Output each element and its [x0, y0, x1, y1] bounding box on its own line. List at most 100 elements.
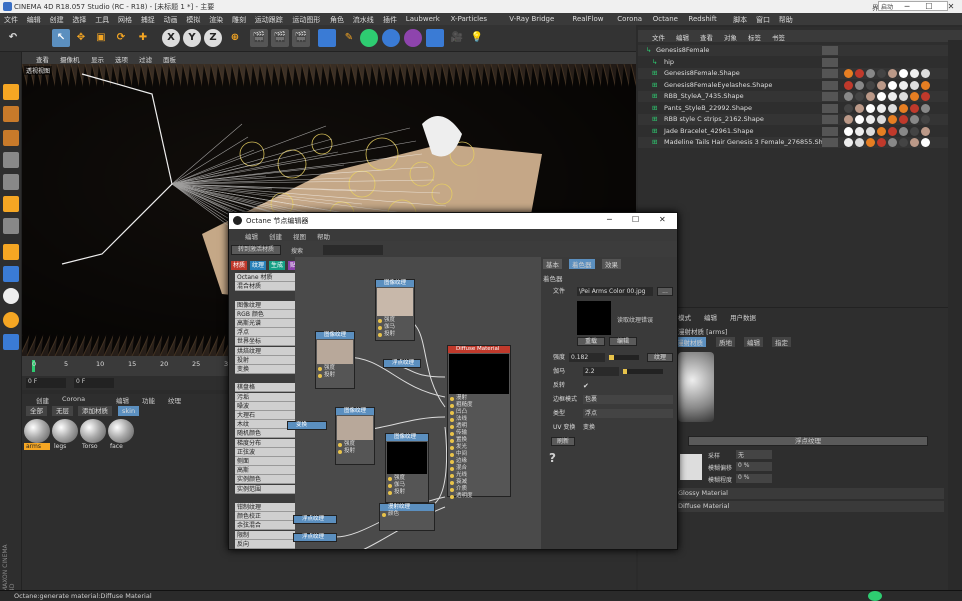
attribute-menu-item-0[interactable]: 模式: [678, 312, 691, 322]
attribute-material-row[interactable]: Diffuse Material: [674, 501, 944, 512]
node-list-item[interactable]: 噪波: [235, 401, 295, 411]
node-list-item[interactable]: 烘焙纹理: [235, 346, 295, 356]
material-menu-item-3[interactable]: 功能: [142, 395, 155, 405]
reset-button[interactable]: 刷新: [551, 437, 575, 446]
undo-icon[interactable]: ↶: [4, 29, 22, 47]
menu-item-9[interactable]: 渲染: [209, 15, 223, 25]
node-list-item[interactable]: 棋盘格: [235, 383, 295, 393]
node-list-item[interactable]: 高斯光谱: [235, 319, 295, 328]
material-tag-icon[interactable]: [899, 115, 908, 124]
texture-button[interactable]: 纹理: [647, 353, 673, 362]
property-tab-1[interactable]: 着色器: [569, 259, 595, 269]
object-visibility-toggle[interactable]: [822, 69, 838, 78]
material-tag-icon[interactable]: [855, 92, 864, 101]
material-tag-icon[interactable]: [877, 103, 886, 113]
sample-select[interactable]: 无: [736, 450, 772, 459]
help-icon[interactable]: ?: [549, 451, 556, 465]
menu-item-22[interactable]: Redshift: [688, 15, 716, 23]
move-icon[interactable]: ✥: [72, 29, 90, 47]
attribute-menu-item-1[interactable]: 编辑: [704, 312, 717, 322]
menu-item-6[interactable]: 捕捉: [141, 15, 155, 25]
axis-mode-icon[interactable]: [3, 244, 19, 260]
menu-item-18[interactable]: V-Ray Bridge: [509, 15, 554, 23]
material-tag-icon[interactable]: [877, 138, 886, 147]
node-list-item[interactable]: 随机颜色: [235, 429, 295, 439]
material-tag-icon[interactable]: [844, 92, 853, 101]
material-tag-icon[interactable]: [899, 80, 908, 90]
node-list-item[interactable]: 反向: [235, 539, 295, 549]
material-tag-icon[interactable]: [921, 138, 930, 147]
menu-item-11[interactable]: 运动跟踪: [255, 15, 283, 25]
menu-item-17[interactable]: X-Particles: [451, 15, 487, 23]
node-list-item[interactable]: RGB 颜色: [235, 309, 295, 319]
object-row[interactable]: ⊞ Jade Bracelet_42961.Shape: [638, 126, 962, 137]
node-category-1[interactable]: 纹理: [250, 261, 267, 270]
diffuse-material-node[interactable]: Diffuse Material 漫射 粗糙度 凹凸 法线 透明 传输 置换 发光 中间 边缘 混合…: [447, 345, 511, 499]
material-tag-icon[interactable]: [877, 69, 886, 78]
node-list-item[interactable]: Octane 材质: [235, 273, 295, 282]
material-tab-1[interactable]: 无层: [52, 406, 73, 416]
node-editor-menu-item-0[interactable]: 编辑: [245, 231, 258, 241]
snap-icon[interactable]: [3, 288, 19, 304]
object-menu-item-5[interactable]: 书签: [772, 32, 785, 42]
menu-item-19[interactable]: RealFlow: [572, 15, 603, 23]
menu-item-2[interactable]: 创建: [50, 15, 64, 25]
material-menu-item-0[interactable]: 创建: [36, 395, 49, 405]
material-tag-icon[interactable]: [888, 115, 897, 124]
browse-button[interactable]: ...: [657, 287, 673, 296]
image-texture-node-3[interactable]: 图像纹理 强度 投射: [335, 407, 375, 465]
start-frame-field[interactable]: 0 F: [26, 378, 66, 388]
material-tag-icon[interactable]: [866, 69, 875, 78]
material-tag-icon[interactable]: [844, 80, 853, 90]
object-menu-item-0[interactable]: 文件: [652, 32, 665, 42]
material-tag-icon[interactable]: [888, 126, 897, 136]
material-tag-icon[interactable]: [910, 69, 919, 78]
node-category-2[interactable]: 生成: [269, 261, 286, 270]
material-tag-icon[interactable]: [888, 92, 897, 101]
node-editor-menu-item-1[interactable]: 创建: [269, 231, 282, 241]
material-tag-icon[interactable]: [844, 126, 853, 136]
node-list-item[interactable]: 实例颜色: [235, 475, 295, 485]
material-tag-icon[interactable]: [855, 103, 864, 113]
float-texture-button[interactable]: 浮点纹理: [688, 436, 928, 446]
material-tag-icon[interactable]: [888, 69, 897, 78]
material-tag-icon[interactable]: [921, 69, 930, 78]
viewport-menu-item-4[interactable]: 过滤: [139, 54, 152, 64]
menu-item-21[interactable]: Octane: [653, 15, 678, 23]
locked-workplane-icon[interactable]: [3, 312, 19, 328]
node-list-item[interactable]: 投射: [235, 355, 295, 365]
object-visibility-toggle[interactable]: [822, 103, 838, 113]
object-visibility-toggle[interactable]: [822, 57, 838, 67]
menu-item-14[interactable]: 流水线: [353, 15, 374, 25]
material-tag-icon[interactable]: [877, 92, 886, 101]
select-icon[interactable]: ↖: [52, 29, 70, 47]
uv-mode-icon[interactable]: [3, 218, 19, 234]
menu-item-15[interactable]: 插件: [383, 15, 397, 25]
material-item[interactable]: Torso: [80, 419, 106, 451]
menu-item-10[interactable]: 雕刻: [232, 15, 246, 25]
material-tag-icon[interactable]: [877, 115, 886, 124]
object-visibility-toggle[interactable]: [822, 138, 838, 147]
material-tag-icon[interactable]: [899, 138, 908, 147]
material-tag-icon[interactable]: [866, 115, 875, 124]
material-tag-icon[interactable]: [921, 92, 930, 101]
menu-item-16[interactable]: Laubwerk: [406, 15, 440, 23]
object-row[interactable]: ⊞ Genesis8FemaleEyelashes.Shape: [638, 80, 962, 91]
material-tag-icon[interactable]: [899, 103, 908, 113]
node-list-item[interactable]: 浮点: [235, 328, 295, 338]
object-visibility-toggle[interactable]: [822, 92, 838, 101]
image-texture-node-4[interactable]: 图像纹理 强度 伽马 投射: [385, 433, 429, 503]
node-list-item[interactable]: 大理石: [235, 411, 295, 420]
close-icon[interactable]: ✕: [940, 0, 962, 13]
node-list-item[interactable]: 余弦混合: [235, 521, 295, 531]
invert-checkbox[interactable]: ✔: [583, 381, 589, 391]
menu-item-23[interactable]: 脚本: [733, 15, 747, 25]
material-tag-icon[interactable]: [866, 92, 875, 101]
property-tab-2[interactable]: 效果: [602, 259, 621, 269]
border-mode-select[interactable]: 包裹: [583, 395, 673, 404]
edges-mode-icon[interactable]: [3, 174, 19, 190]
cube-icon[interactable]: [318, 29, 336, 47]
node-editor-menu-item-2[interactable]: 视图: [293, 231, 306, 241]
material-menu-item-4[interactable]: 纹理: [168, 395, 181, 405]
image-texture-node-2[interactable]: 图像纹理 强度 伽马 投射: [375, 279, 415, 341]
